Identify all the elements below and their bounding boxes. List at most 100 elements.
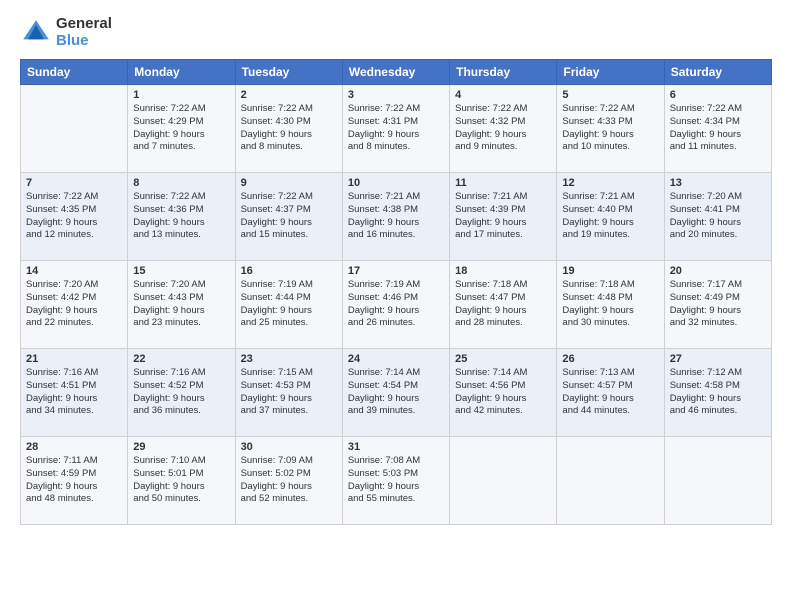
day-number: 22 (133, 353, 229, 365)
calendar-cell: 28 Sunrise: 7:11 AM Sunset: 4:59 PM Dayli… (21, 437, 128, 525)
cell-content: Sunrise: 7:10 AM Sunset: 5:01 PM Dayligh… (133, 455, 229, 506)
day-number: 28 (26, 441, 122, 453)
calendar-cell: 17Sunrise: 7:19 AM Sunset: 4:46 PM Dayli… (342, 261, 449, 349)
cell-content: Sunrise: 7:22 AM Sunset: 4:29 PM Dayligh… (133, 103, 229, 154)
calendar-cell: 16 Sunrise: 7:19 AM Sunset: 4:44 PM Dayli… (235, 261, 342, 349)
cell-content: Sunrise: 7:19 AM Sunset: 4:44 PM Dayligh… (241, 279, 337, 330)
logo-line1: General (56, 16, 112, 33)
cell-content: Sunrise: 7:16 AM Sunset: 4:51 PM Dayligh… (26, 367, 122, 418)
calendar-cell: 9 Sunrise: 7:22 AM Sunset: 4:37 PM Daylig… (235, 173, 342, 261)
calendar-cell: 7 Sunrise: 7:22 AM Sunset: 4:35 PM Daylig… (21, 173, 128, 261)
calendar-cell: 31Sunrise: 7:08 AM Sunset: 5:03 PM Dayli… (342, 437, 449, 525)
day-number: 26 (562, 353, 658, 365)
cell-content: Sunrise: 7:11 AM Sunset: 4:59 PM Dayligh… (26, 455, 122, 506)
day-number: 5 (562, 89, 658, 101)
header-row: SundayMondayTuesdayWednesdayThursdayFrid… (21, 60, 772, 85)
cell-content: Sunrise: 7:22 AM Sunset: 4:36 PM Dayligh… (133, 191, 229, 242)
calendar-cell: 19Sunrise: 7:18 AM Sunset: 4:48 PM Dayli… (557, 261, 664, 349)
day-number: 23 (241, 353, 337, 365)
week-row-4: 21 Sunrise: 7:16 AM Sunset: 4:51 PM Dayli… (21, 349, 772, 437)
cell-content: Sunrise: 7:22 AM Sunset: 4:30 PM Dayligh… (241, 103, 337, 154)
day-number: 9 (241, 177, 337, 189)
day-header-monday: Monday (128, 60, 235, 85)
day-number: 11 (455, 177, 551, 189)
day-number: 15 (133, 265, 229, 277)
day-number: 14 (26, 265, 122, 277)
day-number: 17 (348, 265, 444, 277)
calendar-cell: 24 Sunrise: 7:14 AM Sunset: 4:54 PM Dayli… (342, 349, 449, 437)
day-header-wednesday: Wednesday (342, 60, 449, 85)
logo-icon (20, 17, 52, 49)
calendar-cell: 23 Sunrise: 7:15 AM Sunset: 4:53 PM Dayli… (235, 349, 342, 437)
day-number: 20 (670, 265, 766, 277)
calendar-cell: 29 Sunrise: 7:10 AM Sunset: 5:01 PM Dayli… (128, 437, 235, 525)
day-number: 12 (562, 177, 658, 189)
day-header-friday: Friday (557, 60, 664, 85)
day-number: 24 (348, 353, 444, 365)
logo: General Blue (20, 16, 112, 49)
calendar-cell: 2 Sunrise: 7:22 AM Sunset: 4:30 PM Daylig… (235, 85, 342, 173)
day-number: 18 (455, 265, 551, 277)
calendar-cell: 12 Sunrise: 7:21 AM Sunset: 4:40 PM Dayli… (557, 173, 664, 261)
calendar-cell: 5 Sunrise: 7:22 AM Sunset: 4:33 PM Daylig… (557, 85, 664, 173)
logo-text: General Blue (56, 16, 112, 49)
cell-content: Sunrise: 7:18 AM Sunset: 4:47 PM Dayligh… (455, 279, 551, 330)
cell-content: Sunrise: 7:09 AM Sunset: 5:02 PM Dayligh… (241, 455, 337, 506)
calendar-cell (664, 437, 771, 525)
week-row-3: 14 Sunrise: 7:20 AM Sunset: 4:42 PM Dayli… (21, 261, 772, 349)
cell-content: Sunrise: 7:22 AM Sunset: 4:35 PM Dayligh… (26, 191, 122, 242)
day-number: 21 (26, 353, 122, 365)
cell-content: Sunrise: 7:21 AM Sunset: 4:40 PM Dayligh… (562, 191, 658, 242)
cell-content: Sunrise: 7:22 AM Sunset: 4:31 PM Dayligh… (348, 103, 444, 154)
cell-content: Sunrise: 7:15 AM Sunset: 4:53 PM Dayligh… (241, 367, 337, 418)
header: General Blue (20, 16, 772, 49)
day-number: 10 (348, 177, 444, 189)
calendar-cell (21, 85, 128, 173)
day-number: 2 (241, 89, 337, 101)
cell-content: Sunrise: 7:22 AM Sunset: 4:33 PM Dayligh… (562, 103, 658, 154)
day-number: 25 (455, 353, 551, 365)
calendar-cell: 15Sunrise: 7:20 AM Sunset: 4:43 PM Dayli… (128, 261, 235, 349)
day-number: 7 (26, 177, 122, 189)
cell-content: Sunrise: 7:20 AM Sunset: 4:41 PM Dayligh… (670, 191, 766, 242)
calendar-cell: 1 Sunrise: 7:22 AM Sunset: 4:29 PM Daylig… (128, 85, 235, 173)
day-number: 30 (241, 441, 337, 453)
cell-content: Sunrise: 7:20 AM Sunset: 4:42 PM Dayligh… (26, 279, 122, 330)
calendar-cell: 6 Sunrise: 7:22 AM Sunset: 4:34 PM Daylig… (664, 85, 771, 173)
page: General Blue SundayMondayTuesdayWednesda… (0, 0, 792, 612)
week-row-2: 7 Sunrise: 7:22 AM Sunset: 4:35 PM Daylig… (21, 173, 772, 261)
day-number: 3 (348, 89, 444, 101)
calendar-cell: 11 Sunrise: 7:21 AM Sunset: 4:39 PM Dayli… (450, 173, 557, 261)
day-header-thursday: Thursday (450, 60, 557, 85)
logo-line2: Blue (56, 33, 112, 50)
calendar-cell: 21 Sunrise: 7:16 AM Sunset: 4:51 PM Dayli… (21, 349, 128, 437)
calendar-cell (557, 437, 664, 525)
day-number: 29 (133, 441, 229, 453)
calendar-cell: 26 Sunrise: 7:13 AM Sunset: 4:57 PM Dayli… (557, 349, 664, 437)
week-row-1: 1 Sunrise: 7:22 AM Sunset: 4:29 PM Daylig… (21, 85, 772, 173)
calendar-cell: 13Sunrise: 7:20 AM Sunset: 4:41 PM Dayli… (664, 173, 771, 261)
calendar-cell: 3 Sunrise: 7:22 AM Sunset: 4:31 PM Daylig… (342, 85, 449, 173)
calendar-cell (450, 437, 557, 525)
cell-content: Sunrise: 7:08 AM Sunset: 5:03 PM Dayligh… (348, 455, 444, 506)
calendar-cell: 22Sunrise: 7:16 AM Sunset: 4:52 PM Dayli… (128, 349, 235, 437)
calendar-cell: 18 Sunrise: 7:18 AM Sunset: 4:47 PM Dayli… (450, 261, 557, 349)
cell-content: Sunrise: 7:14 AM Sunset: 4:54 PM Dayligh… (348, 367, 444, 418)
calendar-cell: 14 Sunrise: 7:20 AM Sunset: 4:42 PM Dayli… (21, 261, 128, 349)
day-number: 4 (455, 89, 551, 101)
cell-content: Sunrise: 7:21 AM Sunset: 4:39 PM Dayligh… (455, 191, 551, 242)
day-number: 1 (133, 89, 229, 101)
day-number: 27 (670, 353, 766, 365)
day-number: 16 (241, 265, 337, 277)
cell-content: Sunrise: 7:13 AM Sunset: 4:57 PM Dayligh… (562, 367, 658, 418)
day-header-sunday: Sunday (21, 60, 128, 85)
calendar-cell: 10 Sunrise: 7:21 AM Sunset: 4:38 PM Dayli… (342, 173, 449, 261)
calendar-cell: 27Sunrise: 7:12 AM Sunset: 4:58 PM Dayli… (664, 349, 771, 437)
cell-content: Sunrise: 7:22 AM Sunset: 4:37 PM Dayligh… (241, 191, 337, 242)
cell-content: Sunrise: 7:22 AM Sunset: 4:32 PM Dayligh… (455, 103, 551, 154)
cell-content: Sunrise: 7:21 AM Sunset: 4:38 PM Dayligh… (348, 191, 444, 242)
calendar-table: SundayMondayTuesdayWednesdayThursdayFrid… (20, 59, 772, 525)
cell-content: Sunrise: 7:22 AM Sunset: 4:34 PM Dayligh… (670, 103, 766, 154)
day-number: 6 (670, 89, 766, 101)
week-row-5: 28 Sunrise: 7:11 AM Sunset: 4:59 PM Dayli… (21, 437, 772, 525)
